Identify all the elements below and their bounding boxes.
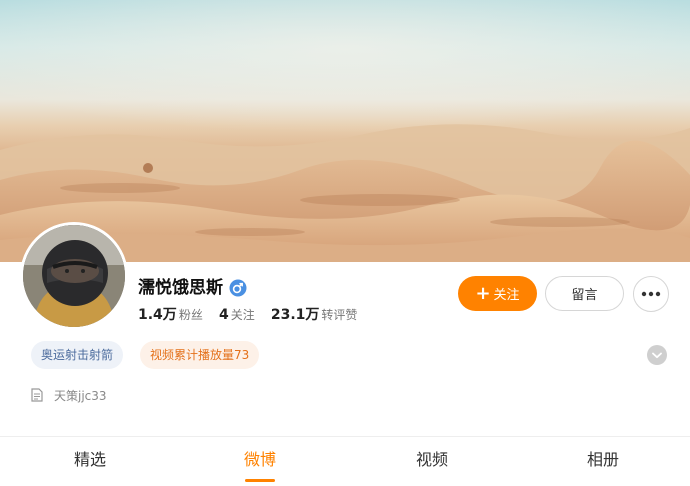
tab-video[interactable]: 视频 <box>382 437 482 486</box>
tab-label: 精选 <box>73 450 106 469</box>
follow-button[interactable]: + 关注 <box>458 276 537 311</box>
tag-video-plays[interactable]: 视频累计播放量73 <box>140 341 260 369</box>
tab-label: 相册 <box>586 450 619 469</box>
stat-value: 1.4万 <box>138 307 177 323</box>
more-icon <box>641 291 661 297</box>
cover-image <box>0 0 690 262</box>
avatar[interactable] <box>20 222 128 330</box>
stat-following[interactable]: 4 关注 <box>219 305 255 326</box>
more-button[interactable] <box>633 276 669 312</box>
info-text: 天策jjc33 <box>54 388 107 403</box>
active-tab-indicator <box>245 479 275 482</box>
username: 濡悦饿思斯 <box>138 278 223 298</box>
tab-weibo[interactable]: 微博 <box>210 437 310 486</box>
stat-label: 关注 <box>230 308 255 322</box>
profile-tabs: 精选 微博 视频 相册 <box>0 437 690 486</box>
stat-value: 23.1万 <box>270 307 320 323</box>
stat-label: 粉丝 <box>178 308 203 322</box>
tag-olympics[interactable]: 奥运射击射箭 <box>31 341 124 369</box>
tab-label: 微博 <box>243 450 276 469</box>
doc-icon <box>31 388 43 402</box>
follow-label: 关注 <box>493 288 520 303</box>
stat-fans[interactable]: 1.4万 粉丝 <box>138 305 203 326</box>
info-row: 天策jjc33 <box>31 385 107 405</box>
stat-interactions: 23.1万 转评赞 <box>271 305 358 326</box>
message-button[interactable]: 留言 <box>545 276 624 311</box>
stat-value: 4 <box>218 307 229 323</box>
tab-featured[interactable]: 精选 <box>40 437 140 486</box>
profile-stats: 1.4万 粉丝 4 关注 23.1万 转评赞 <box>138 305 369 325</box>
chevron-down-icon[interactable] <box>647 345 667 365</box>
message-label: 留言 <box>571 288 598 303</box>
verified-icon <box>229 279 247 297</box>
plus-icon: + <box>475 282 491 304</box>
tab-label: 视频 <box>415 450 448 469</box>
tab-album[interactable]: 相册 <box>553 437 653 486</box>
stat-label: 转评赞 <box>321 308 358 322</box>
